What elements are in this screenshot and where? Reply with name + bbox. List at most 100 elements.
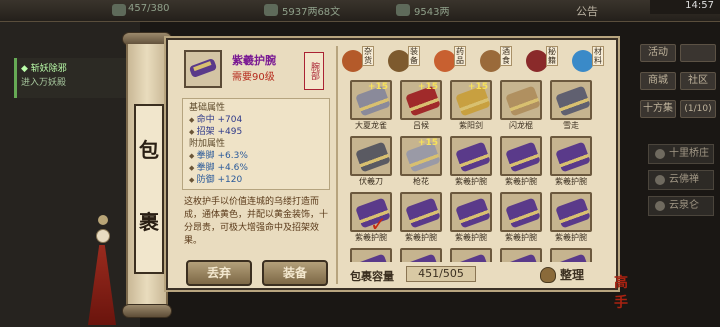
- teleport-1[interactable]: 十里桥庄: [648, 144, 714, 164]
- enhance-level: +15: [367, 82, 388, 92]
- inventory-slot[interactable]: 紫羲护腕: [550, 136, 592, 188]
- tab-category[interactable]: 秘籍: [524, 46, 560, 76]
- teleport-3[interactable]: 云泉仑: [648, 196, 714, 216]
- slot-item-name: 枪花: [413, 177, 429, 186]
- coin-icon: [112, 4, 126, 16]
- inventory-slot[interactable]: [550, 248, 592, 262]
- scroll-paper: 包 裹: [126, 44, 168, 306]
- item-icon: [355, 141, 390, 173]
- inventory-slot[interactable]: 闪龙棍: [500, 80, 542, 132]
- inventory-slot[interactable]: +15 枪花: [400, 136, 442, 188]
- slot-item-name: 紫羲护腕: [505, 233, 537, 242]
- slot-item-name: 紫羲护腕: [355, 233, 387, 242]
- inventory-slot[interactable]: 紫羲护腕: [450, 192, 492, 244]
- item-name: 紫羲护腕: [232, 54, 276, 67]
- inventory-slot[interactable]: +15 大夏龙雀: [350, 80, 392, 132]
- bag-icon: [540, 267, 556, 283]
- tab-label: 装备: [408, 46, 420, 66]
- shop-button[interactable]: 商城: [640, 72, 676, 90]
- inventory-slot[interactable]: [450, 248, 492, 262]
- item-icon: [555, 85, 590, 117]
- tab-category[interactable]: 装备: [386, 46, 422, 76]
- inventory-slot[interactable]: 伏羲刀: [350, 136, 392, 188]
- item-icon: [505, 253, 540, 262]
- activity-button[interactable]: 活动: [640, 44, 676, 62]
- slot-item-name: 紫羲护腕: [505, 177, 537, 186]
- slot-item-name: 紫羲护腕: [555, 177, 587, 186]
- resource-3: 9543两: [414, 7, 450, 18]
- resource-2: 5937两68文: [282, 7, 341, 18]
- market-button[interactable]: 十方集: [640, 100, 676, 118]
- inventory-slot[interactable]: [500, 248, 542, 262]
- enhance-level: +15: [417, 82, 438, 92]
- category-icon: [572, 50, 594, 72]
- inventory-panel: 紫羲护腕 需要90级 腕部 基础属性 命中 +704 招架 +495 附加属性 …: [166, 38, 618, 290]
- item-icon: [505, 141, 540, 173]
- item-description: 这枚护手以价值连城的乌缕打造而成，通体黄色，并配以黄金装饰，十分昂贵，可极大增强…: [184, 197, 329, 246]
- inventory-slot[interactable]: [400, 248, 442, 262]
- inventory-slot[interactable]: +15 紫阳剑: [450, 80, 492, 132]
- scroll-char-1: 包: [139, 138, 159, 162]
- gold-icon: [396, 4, 410, 16]
- tab-category[interactable]: 杂货: [340, 46, 376, 76]
- item-icon: [505, 85, 540, 117]
- slot-frame: [550, 136, 592, 176]
- inventory-slot[interactable]: 紫羲护腕: [500, 192, 542, 244]
- tab-category[interactable]: 药品: [432, 46, 468, 76]
- extra-stats-header: 附加属性: [189, 139, 226, 149]
- sort-button[interactable]: 整理: [538, 264, 598, 286]
- item-icon: [455, 253, 490, 262]
- tab-label: 杂货: [362, 46, 374, 66]
- enhance-level: +15: [417, 138, 438, 148]
- inventory-slot[interactable]: 紫羲护腕: [500, 136, 542, 188]
- teleport-2[interactable]: 云佛禅: [648, 170, 714, 190]
- slot-frame: [550, 192, 592, 232]
- item-icon: [505, 197, 540, 229]
- slot-item-name: 大夏龙雀: [355, 121, 387, 130]
- slot-item-name: 吕候: [413, 121, 429, 130]
- category-icon: [480, 50, 502, 72]
- inventory-slot[interactable]: 紫羲护腕: [550, 192, 592, 244]
- slot-frame: [500, 248, 542, 262]
- top-resource-bar: 457/380 5937两68文 9543两 公告: [0, 0, 720, 22]
- money-icon: [264, 4, 278, 16]
- inventory-slot[interactable]: 紫羲护腕: [450, 136, 492, 188]
- item-icon: [555, 197, 590, 229]
- slot-frame: +15: [400, 136, 442, 176]
- base-stats-header: 基础属性: [189, 103, 226, 113]
- tab-label: 秘籍: [546, 46, 558, 66]
- inventory-slot[interactable]: [350, 248, 392, 262]
- discard-button[interactable]: 丢弃: [186, 260, 252, 286]
- item-slot: 腕部: [304, 52, 324, 90]
- slot-frame: [450, 136, 492, 176]
- market-count: (1/10): [680, 100, 716, 118]
- tab-category[interactable]: 材料: [570, 46, 606, 76]
- quest-tracker[interactable]: ◆ 斩妖除邪 进入万妖殿: [14, 58, 134, 98]
- tassel-decoration: [88, 215, 118, 325]
- slot-frame: [500, 192, 542, 232]
- menu-button-2[interactable]: [680, 44, 716, 62]
- slot-frame: [550, 80, 592, 120]
- slot-item-name: 紫羲护腕: [555, 233, 587, 242]
- item-detail: 紫羲护腕 需要90级 腕部 基础属性 命中 +704 招架 +495 附加属性 …: [180, 46, 334, 286]
- item-grid: +15 大夏龙雀 +15 吕候 +15 紫阳剑 闪龙棍 雪走 伏羲刀 +15 枪花 紫羲护腕 紫羲护腕紫…: [348, 80, 606, 262]
- item-icon: [405, 253, 440, 262]
- stat-box: 基础属性 命中 +704 招架 +495 附加属性 拳脚 +6.3% 拳脚 +4…: [182, 98, 330, 190]
- tab-label: 药品: [454, 46, 466, 66]
- equip-button[interactable]: 装备: [262, 260, 328, 286]
- inventory-slot[interactable]: 紫羲护腕: [400, 192, 442, 244]
- slot-item-name: 闪龙棍: [509, 121, 533, 130]
- inventory-slot[interactable]: ✓ 紫羲护腕: [350, 192, 392, 244]
- tab-category[interactable]: 酒食: [478, 46, 514, 76]
- quest-title: 斩妖除邪: [30, 64, 67, 74]
- community-button[interactable]: 社区: [680, 72, 716, 90]
- scroll-bottom-cap: [122, 304, 172, 318]
- inventory-slot[interactable]: 雪走: [550, 80, 592, 132]
- notice-button[interactable]: 公告: [576, 3, 598, 19]
- slot-frame: [450, 192, 492, 232]
- capacity-value: 451/505: [406, 266, 476, 282]
- slot-item-name: 紫羲护腕: [455, 233, 487, 242]
- item-thumbnail: [184, 50, 222, 88]
- inventory-slot[interactable]: +15 吕候: [400, 80, 442, 132]
- slot-item-name: 雪走: [563, 121, 579, 130]
